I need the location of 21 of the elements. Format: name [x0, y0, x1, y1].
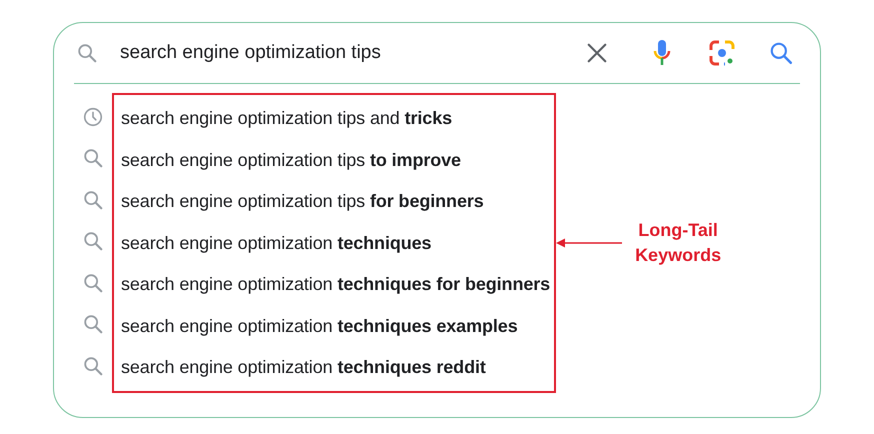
search-field[interactable]: search engine optimization tips [120, 38, 586, 68]
suggestion-item[interactable]: search engine optimization tips to improve [121, 146, 461, 174]
search-icon [82, 313, 104, 336]
search-icon [82, 147, 104, 170]
suggestion-item[interactable]: search engine optimization techniques reddit [121, 354, 486, 382]
search-icon [82, 354, 104, 377]
search-button-icon [768, 40, 794, 66]
camera-icon[interactable] [708, 39, 736, 67]
suggestion-item[interactable]: search engine optimization tips and tricks [121, 105, 452, 132]
search-icon [82, 272, 104, 294]
annotation-label: Long-Tail Keywords [634, 218, 722, 267]
microphone-icon[interactable] [652, 38, 672, 68]
search-icon [82, 230, 104, 252]
clock-icon [82, 106, 104, 128]
suggestion-item[interactable]: search engine optimization techniques [121, 230, 432, 257]
suggestion-item[interactable]: search engine optimization techniques for beginners [121, 271, 550, 298]
search-icon [82, 188, 104, 211]
search-icon [76, 42, 98, 64]
close-icon[interactable] [586, 42, 608, 64]
suggestion-item[interactable]: search engine optimization tips for beginners [121, 188, 484, 216]
suggestion-item[interactable]: search engine optimization techniques examples [121, 312, 518, 340]
